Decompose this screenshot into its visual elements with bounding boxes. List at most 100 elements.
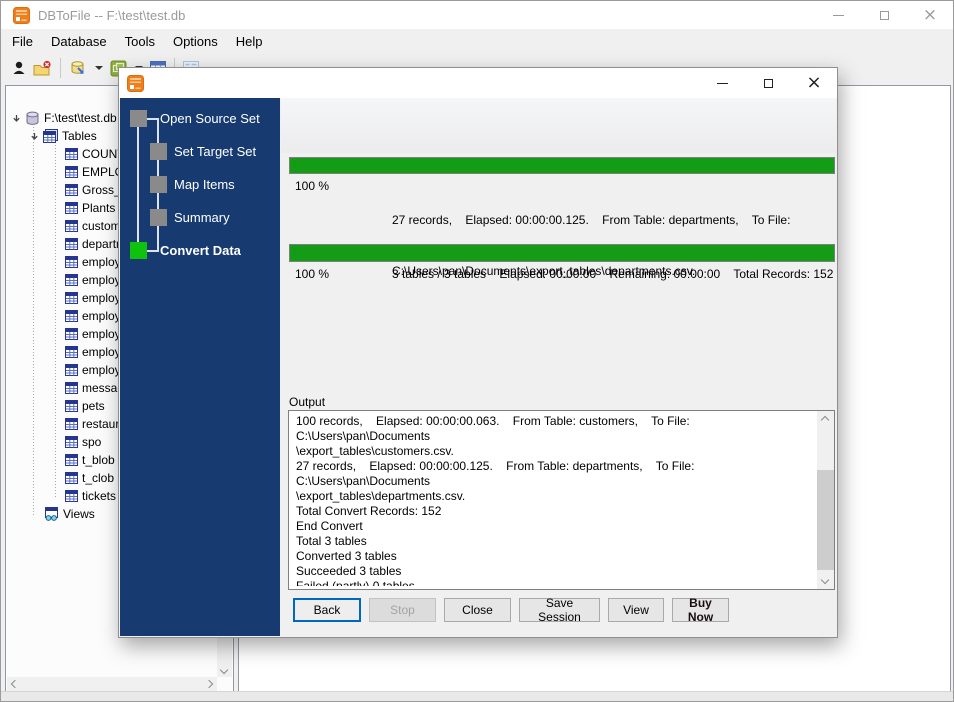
close-icon: ×: [806, 72, 822, 93]
tree-node-label: Gross_: [82, 183, 121, 197]
table-icon: [65, 400, 78, 412]
minimize-icon: [716, 82, 728, 84]
output-box[interactable]: 100 records, Elapsed: 00:00:00.063. From…: [288, 410, 835, 590]
table-progress-fill: [290, 158, 834, 173]
minimize-button[interactable]: [815, 1, 861, 29]
output-line: 27 records, Elapsed: 00:00:00.125. From …: [296, 459, 698, 488]
menu-tools[interactable]: Tools: [116, 31, 164, 52]
output-line: Total Convert Records: 152: [296, 504, 442, 518]
output-label: Output: [289, 395, 326, 409]
output-line: Failed (partly) 0 tables: [296, 579, 415, 586]
step-open-source-set[interactable]: Open Source Set: [160, 111, 260, 126]
table-icon: [65, 328, 78, 340]
output-vertical-scrollbar[interactable]: [817, 411, 834, 589]
tree-node-label: employ: [82, 363, 121, 377]
tree-node-label: employ: [82, 291, 121, 305]
tree-node-label: restaur: [82, 417, 120, 431]
step-square-set-target: [150, 143, 167, 160]
dialog-header-strip: [281, 98, 836, 153]
dialog-button-row: Back Stop Close Save Session View Buy No…: [293, 596, 729, 624]
tree-node-label: F:\test\test.db: [44, 111, 117, 125]
output-line: End Convert: [296, 519, 363, 533]
table-icon: [65, 346, 78, 358]
output-line: \export_tables\departments.csv.: [296, 489, 466, 503]
tree-node-label: t_clob: [82, 471, 115, 485]
table-icon: [65, 454, 78, 466]
app-icon: [13, 6, 30, 24]
step-square-open-source: [130, 110, 147, 127]
step-set-target-set[interactable]: Set Target Set: [174, 144, 256, 159]
buy-now-button[interactable]: Buy Now: [672, 596, 729, 624]
output-text: 100 records, Elapsed: 00:00:00.063. From…: [296, 414, 812, 586]
menu-help[interactable]: Help: [227, 31, 272, 52]
table-icon: [65, 202, 78, 214]
table-status-line1: 27 records, Elapsed: 00:00:00.125. From …: [392, 213, 791, 227]
step-summary[interactable]: Summary: [174, 210, 230, 225]
table-icon: [65, 436, 78, 448]
stop-button[interactable]: Stop: [369, 598, 436, 622]
output-line: 100 records, Elapsed: 00:00:00.063. From…: [296, 414, 694, 443]
tree-node-label: employ: [82, 255, 121, 269]
app-icon: [127, 74, 144, 92]
database-icon: [25, 111, 40, 126]
output-line: Succeeded 3 tables: [296, 564, 402, 578]
scroll-down-icon[interactable]: [820, 575, 830, 585]
tree-horizontal-scrollbar[interactable]: [7, 677, 217, 691]
scrollbar-thumb[interactable]: [817, 470, 834, 570]
maximize-icon: [763, 78, 773, 88]
menu-options[interactable]: Options: [164, 31, 227, 52]
table-progress-bar: [289, 157, 835, 174]
dialog-maximize-button[interactable]: [745, 68, 791, 98]
overall-progress-fill: [290, 245, 834, 261]
tree-node-label: employ: [82, 345, 121, 359]
close-dialog-button[interactable]: Close: [444, 598, 511, 622]
table-icon: [65, 418, 78, 430]
wizard-connector: [137, 119, 139, 251]
scroll-down-icon[interactable]: [219, 665, 229, 675]
expand-arrow-icon[interactable]: [12, 113, 21, 123]
window-title: DBToFile -- F:\test\test.db: [38, 7, 186, 23]
step-square-summary: [150, 209, 167, 226]
minimize-icon: [832, 14, 844, 16]
tree-node-label: Views: [63, 507, 95, 521]
step-map-items[interactable]: Map Items: [174, 177, 235, 192]
back-button[interactable]: Back: [293, 598, 361, 622]
view-button[interactable]: View: [608, 598, 664, 622]
menu-file[interactable]: File: [3, 31, 42, 52]
folder-error-icon[interactable]: [30, 58, 55, 79]
dialog-minimize-button[interactable]: [699, 68, 745, 98]
overall-progress-status: 100 % 3 tables / 3 tables Elapsed: 00:00…: [295, 266, 835, 283]
table-icon: [65, 184, 78, 196]
user-icon[interactable]: [8, 58, 30, 78]
convert-data-dialog: × Open Source Set Set Target Set Map Ite…: [118, 67, 838, 638]
close-icon: ×: [922, 4, 938, 25]
toolbar-separator: [60, 58, 61, 78]
expand-arrow-icon[interactable]: [30, 131, 39, 141]
overall-progress-bar: [289, 244, 835, 262]
dialog-close-button[interactable]: ×: [791, 68, 837, 98]
menu-database[interactable]: Database: [42, 31, 116, 52]
scroll-left-icon[interactable]: [10, 679, 20, 689]
export-database-icon[interactable]: [66, 58, 90, 79]
tables-icon: [43, 128, 58, 144]
tree-node-label: Tables: [62, 129, 97, 143]
save-session-button[interactable]: Save Session: [519, 596, 600, 624]
step-convert-data[interactable]: Convert Data: [160, 243, 241, 258]
tree-node-label: employ: [82, 273, 121, 287]
table-icon: [65, 490, 78, 502]
maximize-button[interactable]: [861, 1, 907, 29]
close-button[interactable]: ×: [907, 1, 953, 29]
table-icon: [65, 274, 78, 286]
tree-node-label: employ: [82, 327, 121, 341]
export-dropdown-icon[interactable]: [95, 66, 103, 70]
table-icon: [65, 238, 78, 250]
table-icon: [65, 382, 78, 394]
step-square-convert-data: [130, 242, 147, 259]
scroll-up-icon[interactable]: [820, 415, 830, 425]
tree-node-label: custom: [82, 219, 121, 233]
table-icon: [65, 256, 78, 268]
output-line: Converted 3 tables: [296, 549, 397, 563]
output-line: \export_tables\customers.csv.: [296, 444, 454, 458]
scroll-right-icon[interactable]: [204, 679, 214, 689]
step-square-map-items: [150, 176, 167, 193]
